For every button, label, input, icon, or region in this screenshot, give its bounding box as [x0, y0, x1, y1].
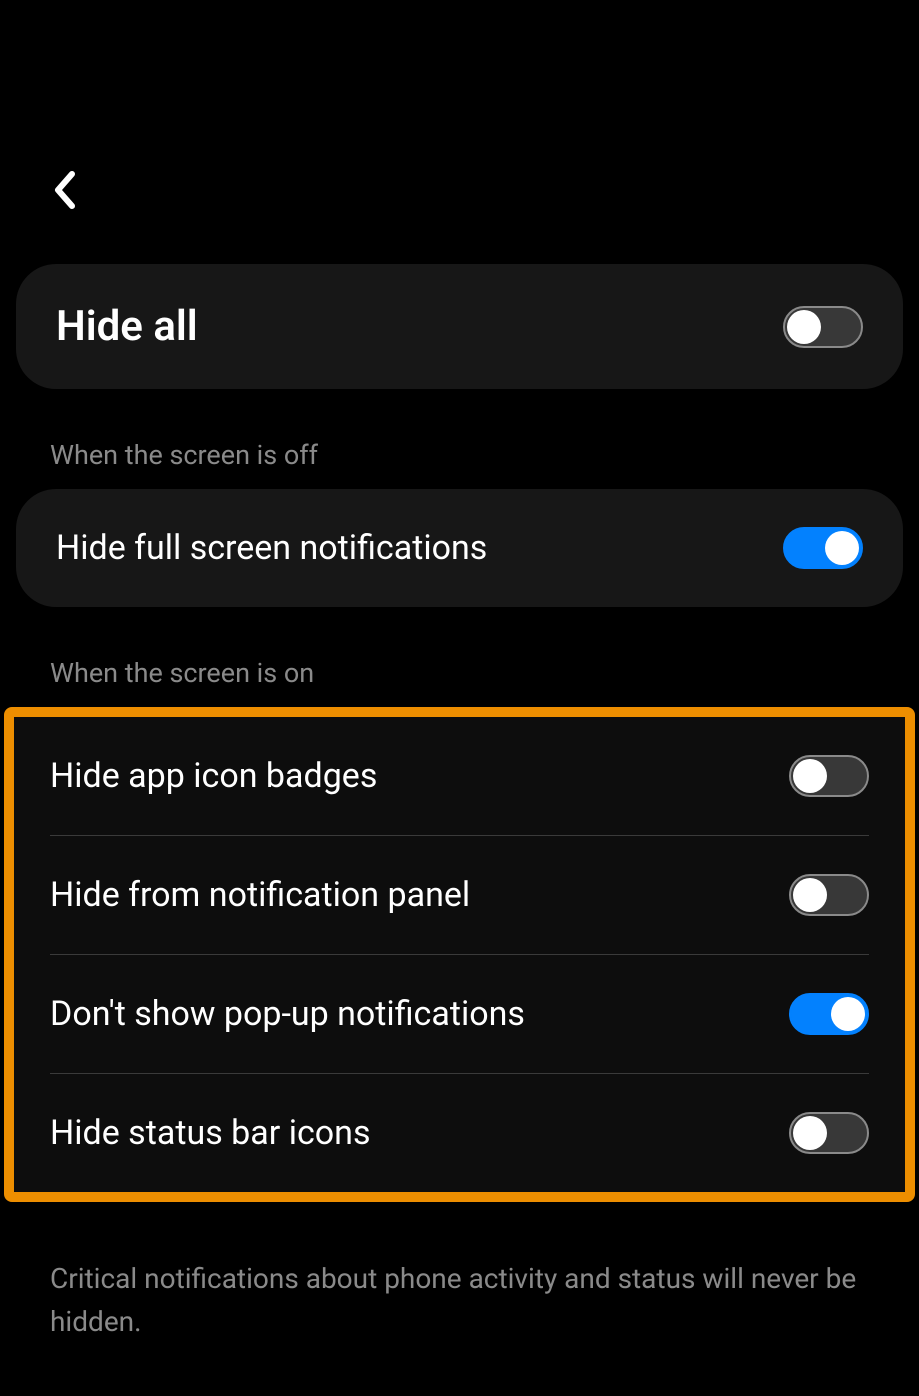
no-popup-label: Don't show pop-up notifications	[50, 994, 525, 1034]
hide-badges-label: Hide app icon badges	[50, 756, 377, 796]
hide-all-toggle[interactable]	[783, 306, 863, 348]
section-screen-on-label: When the screen is on	[0, 627, 919, 707]
hide-status-label: Hide status bar icons	[50, 1113, 371, 1153]
hide-full-screen-toggle[interactable]	[783, 527, 863, 569]
no-popup-toggle[interactable]	[789, 993, 869, 1035]
highlighted-settings-group: Hide app icon badges Hide from notificat…	[4, 707, 915, 1202]
hide-badges-row[interactable]: Hide app icon badges	[14, 717, 905, 835]
hide-panel-toggle[interactable]	[789, 874, 869, 916]
back-icon[interactable]	[50, 170, 78, 214]
hide-status-toggle[interactable]	[789, 1112, 869, 1154]
hide-full-screen-label: Hide full screen notifications	[56, 528, 487, 568]
no-popup-row[interactable]: Don't show pop-up notifications	[14, 955, 905, 1073]
hide-panel-label: Hide from notification panel	[50, 875, 470, 915]
hide-badges-toggle[interactable]	[789, 755, 869, 797]
hide-all-row[interactable]: Hide all	[16, 264, 903, 389]
hide-all-label: Hide all	[56, 302, 198, 351]
hide-panel-row[interactable]: Hide from notification panel	[14, 836, 905, 954]
footer-note: Critical notifications about phone activ…	[0, 1202, 919, 1364]
section-screen-off-label: When the screen is off	[0, 409, 919, 489]
hide-full-screen-row[interactable]: Hide full screen notifications	[16, 489, 903, 607]
hide-status-row[interactable]: Hide status bar icons	[14, 1074, 905, 1192]
